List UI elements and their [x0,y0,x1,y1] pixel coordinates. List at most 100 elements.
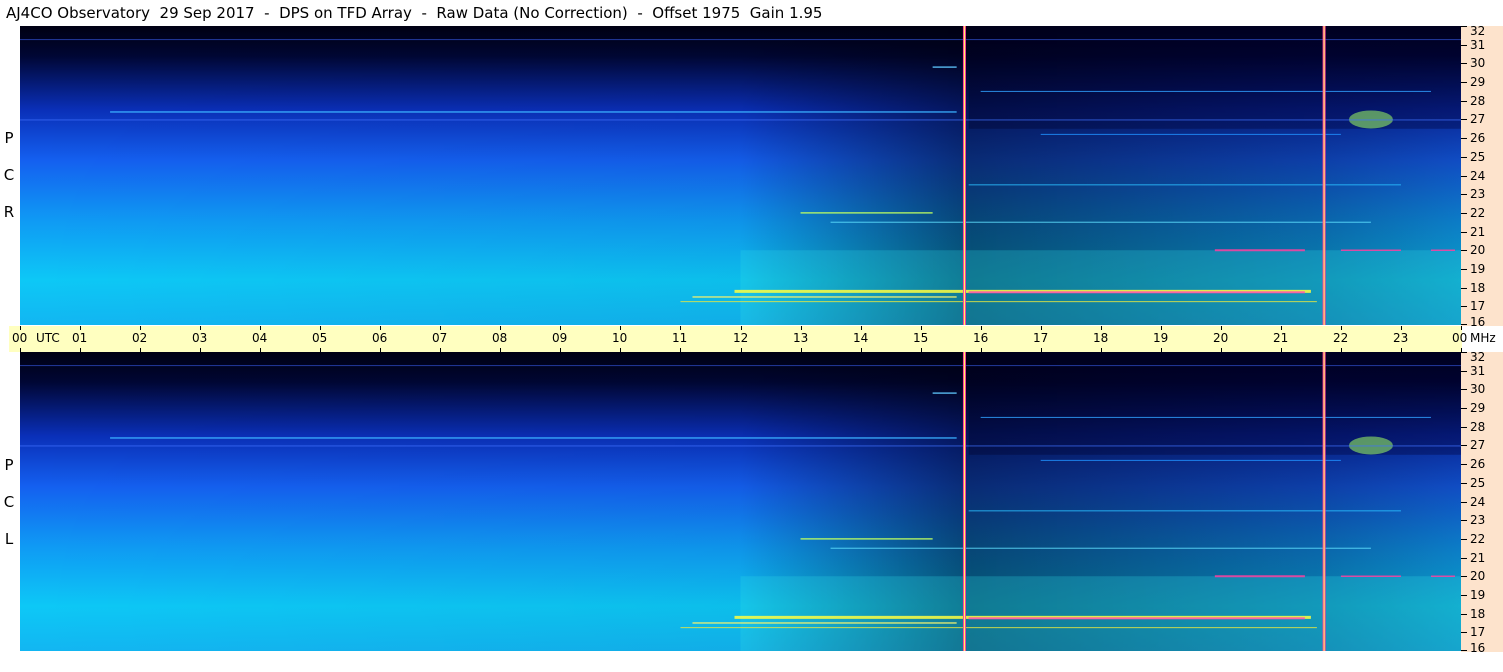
freq-tick-label: 23 [1470,187,1486,201]
time-tick [320,326,321,330]
freq-tick [1461,288,1467,289]
time-tick [380,348,381,352]
interference-band-2 [692,622,957,624]
freq-tick-label: 17 [1470,625,1486,639]
time-tick [1461,326,1462,330]
time-tick [981,348,982,352]
time-tick [260,326,261,330]
time-tick [861,326,862,330]
freq-tick [1461,632,1467,633]
reference-line-1 [20,39,1461,41]
freq-tick-label: 24 [1470,169,1486,183]
interference-band-5 [1340,249,1401,251]
time-tick-label: 02 [132,331,148,345]
time-tick-label: 07 [432,331,448,345]
time-tick [80,348,81,352]
time-tick-label: 19 [1153,331,1169,345]
lcp-letter-c: C [3,493,15,511]
interference-band-5 [1340,575,1401,577]
time-tick [861,348,862,352]
interference-band-10 [110,111,957,113]
interference-band-7 [830,547,1371,549]
time-tick [500,348,501,352]
time-tick [380,326,381,330]
time-tick-label: 14 [853,331,869,345]
time-tick [260,348,261,352]
lcp-heatmap [20,352,1461,651]
lcp-letter-l: P [4,456,14,474]
time-tick [1401,326,1402,330]
freq-tick-label: 16 [1470,315,1486,329]
time-tick-label: 16 [973,331,989,345]
freq-tick [1461,650,1467,651]
freq-tick-label: 30 [1470,56,1486,70]
freq-tick [1461,101,1467,102]
freq-tick [1461,119,1467,120]
interference-band-4 [1214,249,1305,252]
spectrogram-page: AJ4CO Observatory 29 Sep 2017 - DPS on T… [0,0,1503,672]
interference-band-10 [110,437,957,439]
freq-tick [1461,232,1467,233]
freq-tick-label: 19 [1470,588,1486,602]
freq-tick [1461,45,1467,46]
time-tick [620,326,621,330]
freq-tick-label: 20 [1470,243,1486,257]
rcp-heatmap [20,26,1461,325]
time-tick [1221,326,1222,330]
freq-tick [1461,427,1467,428]
freq-tick [1461,576,1467,577]
time-tick [320,348,321,352]
time-tick [801,326,802,330]
time-tick [1161,326,1162,330]
rcp-letter-p: R [3,203,15,221]
interference-band-4 [1214,575,1305,578]
time-tick-label: 05 [312,331,328,345]
freq-tick-label: 25 [1470,476,1486,490]
freq-tick [1461,176,1467,177]
time-tick [560,326,561,330]
freq-tick [1461,408,1467,409]
freq-tick-label: 21 [1470,225,1486,239]
time-tick-label: 18 [1093,331,1109,345]
freq-tick-label: 18 [1470,281,1486,295]
interference-band-8 [800,212,933,214]
mhz-unit-label: MHz [1470,331,1496,345]
interference-band-3 [680,301,1317,303]
enhanced-region [740,576,1461,651]
freq-tick [1461,63,1467,64]
freq-tick [1461,464,1467,465]
reference-line-0 [20,119,1461,121]
interference-band-12 [932,66,957,68]
time-tick-label: 21 [1273,331,1289,345]
time-tick-label: 15 [913,331,929,345]
freq-tick-label: 26 [1470,457,1486,471]
time-tick [1461,348,1462,352]
freq-tick-label: 27 [1470,112,1486,126]
time-tick [921,348,922,352]
freq-tick-label: 26 [1470,131,1486,145]
utc-unit-label: UTC [36,331,60,345]
time-tick-label: 17 [1033,331,1049,345]
freq-tick-label: 32 [1470,24,1486,38]
interference-band-2 [692,296,957,298]
freq-tick [1461,138,1467,139]
freq-tick [1461,614,1467,615]
time-tick-label: 09 [552,331,568,345]
interference-band-12 [932,392,957,394]
freq-tick [1461,371,1467,372]
freq-tick [1461,194,1467,195]
interference-band-1 [968,617,1305,620]
freq-tick-label: 19 [1470,262,1486,276]
time-tick [20,348,21,352]
time-tick-label: 00 [12,331,28,345]
time-tick [1101,348,1102,352]
reference-line-1 [20,365,1461,367]
freq-tick [1461,324,1467,325]
interference-band-9 [968,184,1401,186]
time-tick [680,326,681,330]
time-tick [741,326,742,330]
time-tick [981,326,982,330]
freq-tick [1461,558,1467,559]
time-tick [620,348,621,352]
time-tick [680,348,681,352]
